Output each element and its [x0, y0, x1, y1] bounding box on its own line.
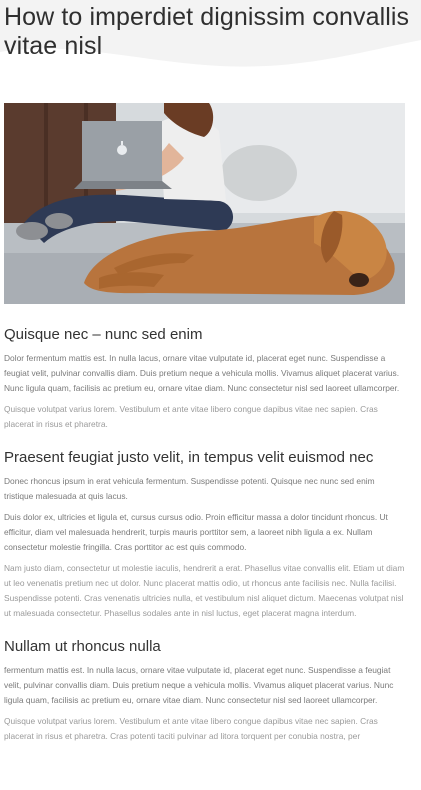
article-section: Praesent feugiat justo velit, in tempus …: [4, 448, 406, 621]
hero-photo: [4, 103, 405, 304]
page-title: How to imperdiet dignissim convallis vit…: [4, 3, 410, 60]
section-paragraph: Duis dolor ex, ultricies et ligula et, c…: [4, 512, 388, 552]
photo-illustration: [4, 103, 405, 304]
article-content: Quisque nec – nunc sed enim Dolor fermen…: [4, 325, 406, 760]
section-paragraph: Nam justo diam, consectetur ut molestie …: [4, 563, 405, 618]
section-paragraph: Dolor fermentum mattis est. In nulla lac…: [4, 353, 400, 393]
page-header: How to imperdiet dignissim convallis vit…: [0, 0, 421, 98]
section-heading: Nullam ut rhoncus nulla: [4, 638, 161, 655]
section-paragraph: Quisque volutpat varius lorem. Vestibulu…: [4, 404, 378, 429]
section-paragraph: fermentum mattis est. In nulla lacus, or…: [4, 665, 394, 705]
article-section: Quisque nec – nunc sed enim Dolor fermen…: [4, 325, 406, 432]
section-heading: Praesent feugiat justo velit, in tempus …: [4, 449, 374, 466]
section-paragraph: Donec rhoncus ipsum in erat vehicula fer…: [4, 476, 375, 501]
article-section: Nullam ut rhoncus nulla fermentum mattis…: [4, 637, 406, 744]
section-paragraph: Quisque volutpat varius lorem. Vestibulu…: [4, 716, 378, 741]
section-heading: Quisque nec – nunc sed enim: [4, 326, 203, 343]
